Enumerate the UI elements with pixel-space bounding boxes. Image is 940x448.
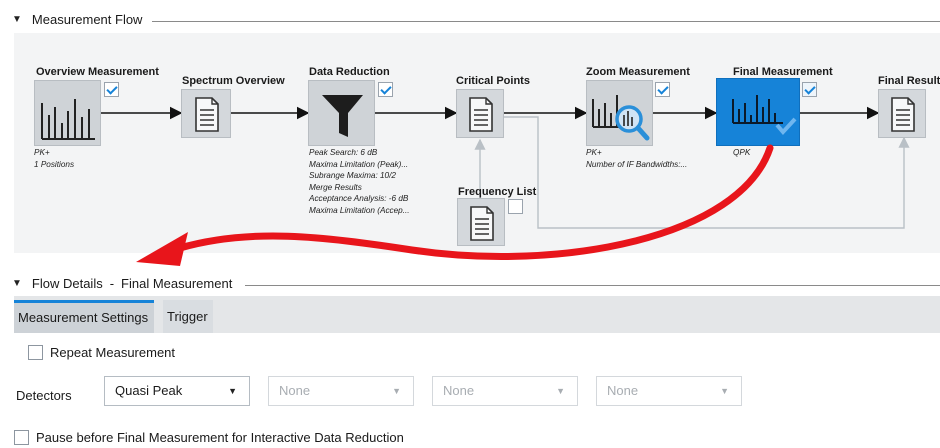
pause-before-final-option[interactable]: Pause before Final Measurement for Inter… <box>14 430 404 445</box>
detector-4-select[interactable]: None ▼ <box>596 376 742 406</box>
frequency-list-node[interactable] <box>457 198 505 246</box>
bypass-lines <box>474 116 910 229</box>
data-reduction-node[interactable] <box>308 80 375 146</box>
detector-2-value: None <box>279 383 311 398</box>
merge-results-text: Merge Results <box>309 182 362 192</box>
acceptance-analysis-text: Acceptance Analysis: -6 dB <box>309 194 409 203</box>
maxima-limitation-peak-text: Maxima Limitation (Peak)... <box>309 159 409 169</box>
critical-points-node[interactable] <box>456 89 504 138</box>
document-icon <box>470 206 494 241</box>
document-icon <box>891 97 915 132</box>
flow-details-title: Flow Details <box>31 276 103 291</box>
overview-measurement-label: Overview Measurement <box>36 66 159 78</box>
data-reduction-label: Data Reduction <box>309 66 390 78</box>
detectors-label: Detectors <box>16 388 72 403</box>
document-icon <box>195 97 219 132</box>
header-divider <box>245 285 940 286</box>
overview-measurement-info: PK+ 1 Positions <box>34 147 74 170</box>
if-bandwidths-text: Number of IF Bandwidths:... <box>586 159 688 169</box>
maxima-limitation-accep-text: Maxima Limitation (Accep... <box>309 205 410 215</box>
final-measurement-checkbox[interactable] <box>802 82 817 97</box>
final-measurement-info: QPK <box>733 147 750 159</box>
zoom-detector-text: PK+ <box>586 148 602 157</box>
overview-detector-text: PK+ <box>34 148 50 157</box>
subrange-maxima-text: Subrange Maxima: 10/2 <box>309 171 396 180</box>
dropdown-arrow-icon: ▼ <box>720 386 729 396</box>
detector-1-select[interactable]: Quasi Peak ▼ <box>104 376 250 406</box>
detector-3-select[interactable]: None ▼ <box>432 376 578 406</box>
tab-measurement-settings[interactable]: Measurement Settings <box>14 300 154 333</box>
final-measurement-label: Final Measurement <box>733 66 833 78</box>
zoom-measurement-checkbox[interactable] <box>655 82 670 97</box>
data-reduction-info: Peak Search: 6 dB Maxima Limitation (Pea… <box>309 147 410 216</box>
final-detector-text: QPK <box>733 148 751 157</box>
dropdown-arrow-icon: ▼ <box>228 386 237 396</box>
bypass-critical-results <box>504 116 910 229</box>
data-reduction-checkbox[interactable] <box>378 82 393 97</box>
spectrum-overview-label: Spectrum Overview <box>182 75 285 87</box>
peak-search-text: Peak Search: 6 dB <box>309 148 378 157</box>
detector-4-value: None <box>607 383 639 398</box>
dropdown-arrow-icon: ▼ <box>556 386 565 396</box>
final-results-node[interactable] <box>878 89 926 138</box>
dropdown-arrow-icon: ▼ <box>392 386 401 396</box>
final-results-label: Final Results <box>878 75 940 87</box>
flow-details-header[interactable]: ▼ Flow Details - Final Measurement <box>12 276 232 291</box>
detector-1-value: Quasi Peak <box>115 383 183 398</box>
spectrum-overview-node[interactable] <box>181 89 231 138</box>
zoom-measurement-info: PK+ Number of IF Bandwidths:... <box>586 147 687 170</box>
flow-details-separator: - <box>109 276 115 291</box>
repeat-measurement-checkbox[interactable] <box>28 345 43 360</box>
zoom-measurement-node[interactable] <box>586 80 653 146</box>
collapse-triangle-icon[interactable]: ▼ <box>12 278 22 289</box>
zoom-spectrum-icon <box>592 95 650 141</box>
zoom-measurement-label: Zoom Measurement <box>586 66 690 78</box>
final-measurement-node[interactable] <box>716 78 800 146</box>
flow-details-subtitle: Final Measurement <box>121 276 233 291</box>
overview-measurement-node[interactable] <box>34 80 101 146</box>
critical-points-label: Critical Points <box>456 75 530 87</box>
repeat-measurement-label: Repeat Measurement <box>50 345 176 360</box>
frequency-list-label: Frequency List <box>458 186 537 198</box>
detector-2-select[interactable]: None ▼ <box>268 376 414 406</box>
filter-funnel-icon <box>322 95 363 137</box>
spectrum-bars-icon <box>732 95 797 136</box>
overview-measurement-checkbox[interactable] <box>104 82 119 97</box>
detector-3-value: None <box>443 383 475 398</box>
spectrum-bars-icon <box>41 99 95 140</box>
document-icon <box>469 97 493 132</box>
tab-trigger[interactable]: Trigger <box>163 300 213 333</box>
overview-positions-text: 1 Positions <box>34 159 75 169</box>
pause-before-final-checkbox[interactable] <box>14 430 29 445</box>
frequency-list-checkbox[interactable] <box>508 199 523 214</box>
repeat-measurement-option[interactable]: Repeat Measurement <box>28 345 175 360</box>
pause-before-final-label: Pause before Final Measurement for Inter… <box>36 430 404 445</box>
